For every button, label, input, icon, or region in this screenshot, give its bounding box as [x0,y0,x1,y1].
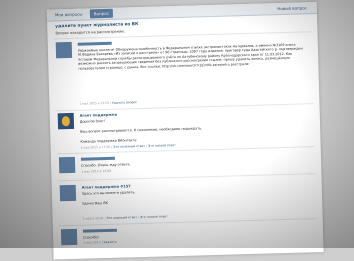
message-meta: 1 мая 2015 в 13:52 | Удалить вопрос [79,100,138,106]
message-text: Уважаемые коллеги! Обнаружена ошибочност… [77,42,303,71]
message-time: 1 мая 2015 в 13:52 [79,100,110,106]
tab-my-questions[interactable]: Мои вопросы [51,9,87,19]
message-time: 1 мая 2015 в 14:00 [81,168,112,174]
support-avatar [57,112,75,130]
support-avatar [59,184,77,202]
message-meta: 1 мая 2015 | Удалить [83,239,117,245]
user-avatar [55,41,73,59]
user-message: Уважаемые коллеги! Обнаружена ошибочност… [55,35,314,108]
delete-link[interactable]: Удалить [103,240,116,244]
new-question-link[interactable]: Новый вопрос [273,3,311,13]
question-status: Вопрос находится на рассмотрении. [55,29,125,36]
message-time: 1 мая 2015 [83,240,101,245]
message-time: 1 мая 2015 в 13:56 [80,144,111,150]
message-meta: 1 мая 2015 в 13:56 | Это полезный ответ … [80,143,176,150]
tab-question[interactable]: Вопрос [89,8,114,19]
support-message: Агент поддержки Дорогой Олег! Ваш вопрос… [57,106,315,151]
tab-bar: Мои вопросы Вопрос Новый вопрос [46,2,317,22]
question-title: удалите пункт журналиста из ВК [55,22,139,30]
support-message: Агент поддержки #157 Здесь это вы можете… [59,178,317,223]
delete-question-link[interactable]: Удалить вопрос [112,100,137,105]
photo-frame: Мои вопросы Вопрос Новый вопрос удалите … [0,0,354,260]
message-text: Спасибо. Очень жду ответа. [81,162,131,168]
support-signature: Удачи! Ваш ВК [82,200,108,206]
support-text: Ваш вопрос рассматривается. К сожалению,… [80,126,203,134]
user-message: Спасибо! 1 мая 2015 | Удалить [60,222,317,249]
message-time: 1 мая в 19:01 [82,216,104,221]
bad-answer-link[interactable]: Это плохой ответ [140,214,168,219]
support-agent-name: Агент поддержки [79,112,117,118]
message-text: Спасибо! [83,235,99,240]
user-name-placeholder [80,156,115,161]
support-agent-icon [61,115,71,127]
support-agent-name: Агент поддержки #157 [81,184,131,190]
support-page: Мои вопросы Вопрос Новый вопрос удалите … [46,2,324,260]
user-avatar [58,156,76,174]
user-name-placeholder [77,41,112,46]
message-meta: 1 мая в 19:01 | Это хороший ответ | Это … [82,214,168,221]
bad-answer-link[interactable]: Это плохой ответ [148,143,176,148]
support-signature: Команда поддержки ВКонтакте [80,138,137,144]
user-name-placeholder [82,228,117,233]
good-answer-link[interactable]: Это хороший ответ [107,215,138,220]
user-avatar [60,228,78,246]
helpful-answer-link[interactable]: Это полезный ответ [113,144,145,149]
